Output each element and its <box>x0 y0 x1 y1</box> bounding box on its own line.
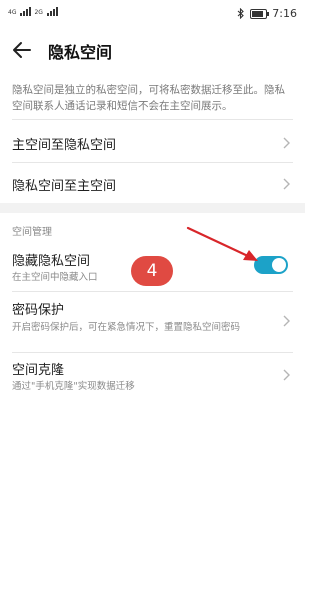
main-to-private-label: 主空间至隐私空间 <box>12 138 117 153</box>
space-clone-subtitle: 通过"手机克隆"实现数据迁移 <box>12 381 135 392</box>
back-button[interactable] <box>10 38 34 62</box>
password-protection-label: 密码保护 <box>12 303 65 318</box>
password-protection-subtitle: 开启密码保护后，可在紧急情况下，重置隐私空间密码 <box>12 322 241 333</box>
toggle-knob <box>272 258 286 272</box>
status-right: 7:16 <box>237 7 297 20</box>
intro-text: 隐私空间是独立的私密空间，可将私密数据迁移至此。隐私空间联系人通话记录和短信不会… <box>12 84 285 112</box>
private-to-main-row[interactable]: 隐私空间至主空间 <box>0 163 305 203</box>
back-arrow-icon <box>13 42 31 58</box>
signal-group: 4G 2G <box>8 6 58 16</box>
status-time: 7:16 <box>272 7 297 20</box>
network-type-2: 2G <box>34 9 43 16</box>
section-header: 空间管理 <box>12 227 52 238</box>
hide-private-space-label: 隐藏隐私空间 <box>12 254 91 269</box>
section-gap <box>0 203 305 213</box>
app-header: 隐私空间 <box>0 28 305 74</box>
battery-icon <box>250 8 270 19</box>
space-clone-label: 空间克隆 <box>12 363 65 378</box>
main-to-private-row[interactable]: 主空间至隐私空间 <box>0 122 305 162</box>
private-to-main-label: 隐私空间至主空间 <box>12 179 117 194</box>
signal-icon <box>20 6 32 16</box>
password-protection-row[interactable]: 密码保护 开启密码保护后，可在紧急情况下，重置隐私空间密码 <box>0 292 305 352</box>
status-bar: 4G 2G 7:16 <box>0 0 305 28</box>
page-title: 隐私空间 <box>48 43 113 62</box>
space-clone-row[interactable]: 空间克隆 通过"手机克隆"实现数据迁移 <box>0 353 305 397</box>
signal-icon-2 <box>46 6 58 16</box>
bluetooth-icon <box>237 8 245 19</box>
chevron-right-icon <box>283 315 290 327</box>
annotation-arrow-icon <box>186 226 258 261</box>
hide-private-space-subtitle: 在主空间中隐藏入口 <box>12 272 98 283</box>
step-badge: 4 <box>131 256 173 286</box>
network-type-1: 4G <box>8 9 17 16</box>
chevron-right-icon <box>283 178 290 190</box>
chevron-right-icon <box>283 369 290 381</box>
chevron-right-icon <box>283 137 290 149</box>
divider <box>12 119 293 120</box>
